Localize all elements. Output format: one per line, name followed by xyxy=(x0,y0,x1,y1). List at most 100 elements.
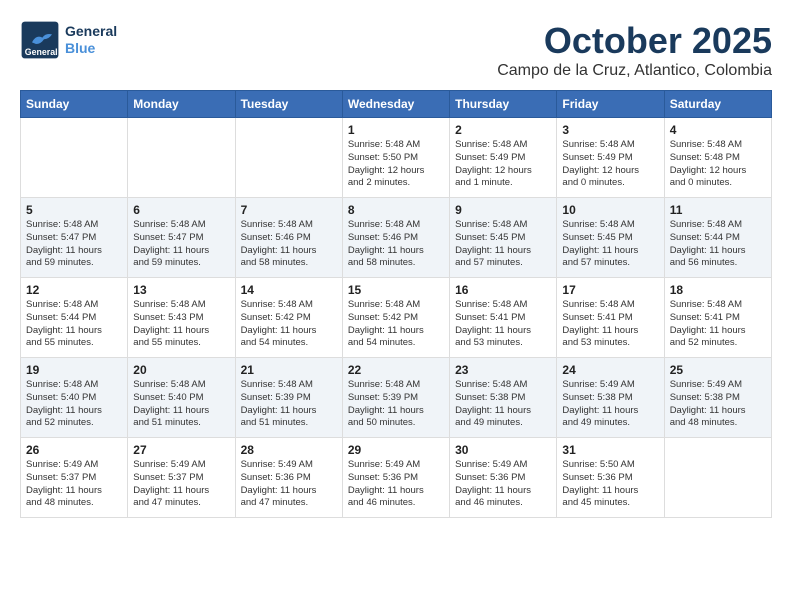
calendar-cell: 6 Sunrise: 5:48 AM Sunset: 5:47 PM Daylig… xyxy=(128,198,235,278)
calendar-body: 1 Sunrise: 5:48 AM Sunset: 5:50 PM Daylig… xyxy=(21,118,772,518)
day-number: 19 xyxy=(26,363,122,377)
calendar-cell: 15Sunrise: 5:48 AM Sunset: 5:42 PM Dayli… xyxy=(342,278,449,358)
day-info: Sunrise: 5:48 AM Sunset: 5:47 PM Dayligh… xyxy=(26,219,122,270)
calendar-cell: 16 Sunrise: 5:48 AM Sunset: 5:41 PM Dayli… xyxy=(450,278,557,358)
calendar-cell: 20 Sunrise: 5:48 AM Sunset: 5:40 PM Dayli… xyxy=(128,358,235,438)
calendar-cell: 22 Sunrise: 5:48 AM Sunset: 5:39 PM Dayli… xyxy=(342,358,449,438)
day-number: 30 xyxy=(455,443,551,457)
day-info: Sunrise: 5:49 AM Sunset: 5:38 PM Dayligh… xyxy=(670,379,766,430)
day-info: Sunrise: 5:48 AM Sunset: 5:47 PM Dayligh… xyxy=(133,219,229,270)
day-info: Sunrise: 5:49 AM Sunset: 5:36 PM Dayligh… xyxy=(241,459,337,510)
calendar-cell: 26Sunrise: 5:49 AM Sunset: 5:37 PM Dayli… xyxy=(21,438,128,518)
calendar-cell: 17 Sunrise: 5:48 AM Sunset: 5:41 PM Dayli… xyxy=(557,278,664,358)
day-info: Sunrise: 5:48 AM Sunset: 5:42 PM Dayligh… xyxy=(241,299,337,350)
day-info: Sunrise: 5:48 AM Sunset: 5:40 PM Dayligh… xyxy=(26,379,122,430)
day-number: 25 xyxy=(670,363,766,377)
calendar-cell xyxy=(21,118,128,198)
day-number: 17 xyxy=(562,283,658,297)
calendar-cell: 27Sunrise: 5:49 AM Sunset: 5:37 PM Dayli… xyxy=(128,438,235,518)
day-info: Sunrise: 5:48 AM Sunset: 5:48 PM Dayligh… xyxy=(670,139,766,190)
day-info: Sunrise: 5:48 AM Sunset: 5:50 PM Dayligh… xyxy=(348,139,444,190)
day-number: 29 xyxy=(348,443,444,457)
day-number: 3 xyxy=(562,123,658,137)
day-number: 7 xyxy=(241,203,337,217)
calendar-week-row: 26Sunrise: 5:49 AM Sunset: 5:37 PM Dayli… xyxy=(21,438,772,518)
day-number: 6 xyxy=(133,203,229,217)
calendar-cell: 12 Sunrise: 5:48 AM Sunset: 5:44 PM Dayli… xyxy=(21,278,128,358)
calendar-cell: 7 Sunrise: 5:48 AM Sunset: 5:46 PM Daylig… xyxy=(235,198,342,278)
calendar-week-row: 5Sunrise: 5:48 AM Sunset: 5:47 PM Daylig… xyxy=(21,198,772,278)
calendar-cell: 31 Sunrise: 5:50 AM Sunset: 5:36 PM Dayli… xyxy=(557,438,664,518)
day-info: Sunrise: 5:49 AM Sunset: 5:37 PM Dayligh… xyxy=(133,459,229,510)
calendar-cell xyxy=(128,118,235,198)
calendar-cell: 10 Sunrise: 5:48 AM Sunset: 5:45 PM Dayli… xyxy=(557,198,664,278)
day-info: Sunrise: 5:48 AM Sunset: 5:49 PM Dayligh… xyxy=(562,139,658,190)
day-number: 21 xyxy=(241,363,337,377)
logo-blue-text: Blue xyxy=(65,40,117,57)
day-number: 9 xyxy=(455,203,551,217)
day-number: 23 xyxy=(455,363,551,377)
day-number: 22 xyxy=(348,363,444,377)
day-info: Sunrise: 5:48 AM Sunset: 5:41 PM Dayligh… xyxy=(562,299,658,350)
calendar-cell: 2Sunrise: 5:48 AM Sunset: 5:49 PM Daylig… xyxy=(450,118,557,198)
svg-text:General: General xyxy=(25,47,58,57)
day-info: Sunrise: 5:48 AM Sunset: 5:46 PM Dayligh… xyxy=(348,219,444,270)
col-tuesday: Tuesday xyxy=(235,91,342,118)
calendar-header-row: Sunday Monday Tuesday Wednesday Thursday… xyxy=(21,91,772,118)
day-info: Sunrise: 5:48 AM Sunset: 5:45 PM Dayligh… xyxy=(455,219,551,270)
day-info: Sunrise: 5:48 AM Sunset: 5:38 PM Dayligh… xyxy=(455,379,551,430)
day-number: 28 xyxy=(241,443,337,457)
day-number: 10 xyxy=(562,203,658,217)
col-thursday: Thursday xyxy=(450,91,557,118)
col-monday: Monday xyxy=(128,91,235,118)
calendar-cell: 24Sunrise: 5:49 AM Sunset: 5:38 PM Dayli… xyxy=(557,358,664,438)
logo: General General Blue xyxy=(20,20,117,60)
title-section: October 2025 Campo de la Cruz, Atlantico… xyxy=(497,20,772,80)
day-info: Sunrise: 5:49 AM Sunset: 5:36 PM Dayligh… xyxy=(455,459,551,510)
day-number: 13 xyxy=(133,283,229,297)
calendar-cell: 30 Sunrise: 5:49 AM Sunset: 5:36 PM Dayli… xyxy=(450,438,557,518)
calendar-cell: 11Sunrise: 5:48 AM Sunset: 5:44 PM Dayli… xyxy=(664,198,771,278)
day-info: Sunrise: 5:48 AM Sunset: 5:44 PM Dayligh… xyxy=(26,299,122,350)
day-info: Sunrise: 5:48 AM Sunset: 5:46 PM Dayligh… xyxy=(241,219,337,270)
calendar-cell: 3 Sunrise: 5:48 AM Sunset: 5:49 PM Daylig… xyxy=(557,118,664,198)
col-saturday: Saturday xyxy=(664,91,771,118)
day-info: Sunrise: 5:48 AM Sunset: 5:45 PM Dayligh… xyxy=(562,219,658,270)
day-number: 18 xyxy=(670,283,766,297)
day-number: 14 xyxy=(241,283,337,297)
calendar-cell xyxy=(664,438,771,518)
calendar-table: Sunday Monday Tuesday Wednesday Thursday… xyxy=(20,90,772,518)
calendar-cell: 8 Sunrise: 5:48 AM Sunset: 5:46 PM Daylig… xyxy=(342,198,449,278)
day-info: Sunrise: 5:48 AM Sunset: 5:39 PM Dayligh… xyxy=(241,379,337,430)
day-info: Sunrise: 5:48 AM Sunset: 5:42 PM Dayligh… xyxy=(348,299,444,350)
col-wednesday: Wednesday xyxy=(342,91,449,118)
day-number: 1 xyxy=(348,123,444,137)
calendar-cell: 28 Sunrise: 5:49 AM Sunset: 5:36 PM Dayli… xyxy=(235,438,342,518)
calendar-cell: 19 Sunrise: 5:48 AM Sunset: 5:40 PM Dayli… xyxy=(21,358,128,438)
day-info: Sunrise: 5:49 AM Sunset: 5:37 PM Dayligh… xyxy=(26,459,122,510)
day-number: 8 xyxy=(348,203,444,217)
day-info: Sunrise: 5:48 AM Sunset: 5:39 PM Dayligh… xyxy=(348,379,444,430)
day-info: Sunrise: 5:48 AM Sunset: 5:40 PM Dayligh… xyxy=(133,379,229,430)
page-header: General General Blue October 2025 Campo … xyxy=(20,20,772,80)
calendar-cell: 21 Sunrise: 5:48 AM Sunset: 5:39 PM Dayli… xyxy=(235,358,342,438)
calendar-week-row: 19 Sunrise: 5:48 AM Sunset: 5:40 PM Dayli… xyxy=(21,358,772,438)
calendar-week-row: 1 Sunrise: 5:48 AM Sunset: 5:50 PM Daylig… xyxy=(21,118,772,198)
day-info: Sunrise: 5:48 AM Sunset: 5:41 PM Dayligh… xyxy=(455,299,551,350)
location-title: Campo de la Cruz, Atlantico, Colombia xyxy=(497,62,772,80)
calendar-cell xyxy=(235,118,342,198)
calendar-cell: 18 Sunrise: 5:48 AM Sunset: 5:41 PM Dayli… xyxy=(664,278,771,358)
day-info: Sunrise: 5:49 AM Sunset: 5:36 PM Dayligh… xyxy=(348,459,444,510)
calendar-cell: 5Sunrise: 5:48 AM Sunset: 5:47 PM Daylig… xyxy=(21,198,128,278)
day-number: 31 xyxy=(562,443,658,457)
day-number: 12 xyxy=(26,283,122,297)
day-number: 16 xyxy=(455,283,551,297)
day-info: Sunrise: 5:50 AM Sunset: 5:36 PM Dayligh… xyxy=(562,459,658,510)
calendar-cell: 1 Sunrise: 5:48 AM Sunset: 5:50 PM Daylig… xyxy=(342,118,449,198)
day-number: 4 xyxy=(670,123,766,137)
month-title: October 2025 xyxy=(497,20,772,62)
calendar-cell: 9 Sunrise: 5:48 AM Sunset: 5:45 PM Daylig… xyxy=(450,198,557,278)
day-number: 24 xyxy=(562,363,658,377)
day-info: Sunrise: 5:48 AM Sunset: 5:41 PM Dayligh… xyxy=(670,299,766,350)
day-number: 20 xyxy=(133,363,229,377)
